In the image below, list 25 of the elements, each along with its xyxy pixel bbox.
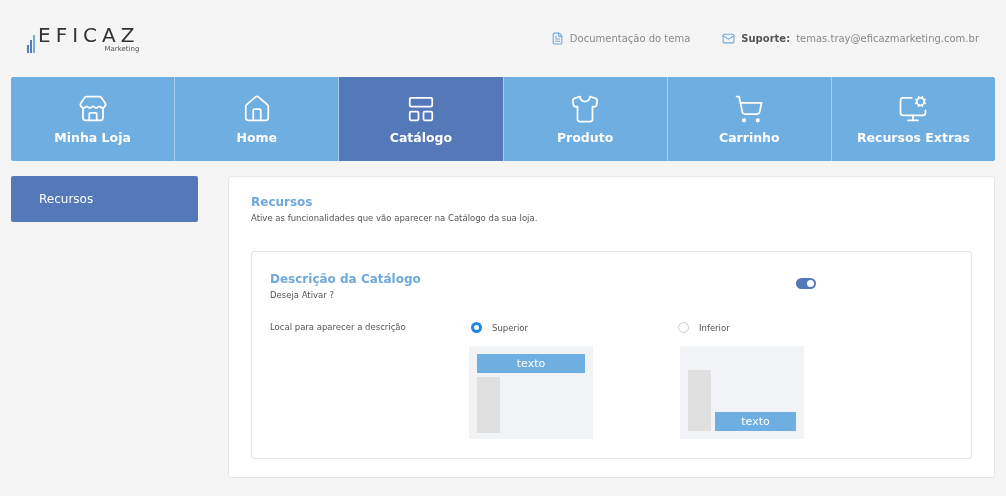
- preview-text: texto: [477, 354, 585, 373]
- document-icon: [550, 32, 564, 45]
- radio-option[interactable]: Inferior: [678, 322, 885, 333]
- cart-icon: [734, 93, 765, 124]
- feature-subtitle: Deseja Ativar ?: [270, 290, 335, 300]
- documentation-link[interactable]: Documentação do tema: [550, 32, 691, 45]
- field-label: Local para aparecer a descrição: [270, 322, 407, 334]
- shirt-icon: [570, 93, 601, 124]
- section-subtitle: Ative as funcionalidades que vão aparecer na Catálogo da sua loja.: [251, 213, 539, 223]
- radio-button[interactable]: [678, 322, 689, 333]
- store-icon: [77, 93, 108, 124]
- mail-icon: [722, 32, 736, 45]
- sidebar-item[interactable]: Recursos: [11, 176, 198, 222]
- radio-option[interactable]: Superior: [471, 322, 678, 333]
- logo-icon: [27, 34, 35, 53]
- radio-button[interactable]: [471, 322, 482, 333]
- toggle-switch[interactable]: [796, 278, 816, 289]
- preview-text: texto: [715, 412, 796, 431]
- section-title: Recursos: [251, 195, 314, 209]
- nav-tab[interactable]: Catálogo: [339, 77, 504, 161]
- feature-title: Descrição da Catálogo: [270, 272, 421, 286]
- nav-tab[interactable]: Minha Loja: [11, 77, 176, 161]
- laptop-gear-icon: [898, 93, 929, 124]
- logo-name: EFICAZ: [38, 24, 140, 45]
- support-link[interactable]: Suporte: temas.tray@eficazmarketing.com.br: [722, 32, 979, 45]
